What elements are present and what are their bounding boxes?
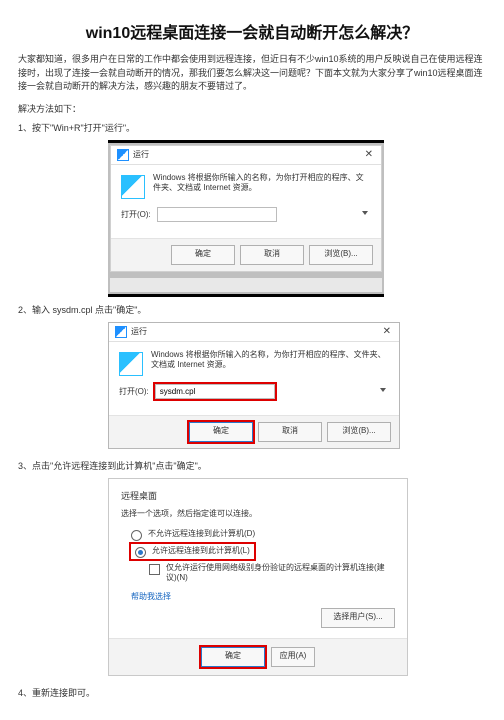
remote-panel: 远程桌面 选择一个选项，然后指定谁可以连接。 不允许远程连接到此计算机(D) 允… xyxy=(108,478,408,677)
checkbox-icon xyxy=(149,564,160,575)
ok-button[interactable]: 确定 xyxy=(189,422,253,442)
figure-1: 运行 ✕ Windows 将根据你所输入的名称，为你打开相应的程序、文件夹、文档… xyxy=(108,140,384,297)
nla-check[interactable]: 仅允许运行使用网络级别身份验证的远程桌面的计算机连接(建议)(N) xyxy=(149,563,395,584)
chevron-down-icon[interactable] xyxy=(362,211,368,215)
dialog-title-text: 运行 xyxy=(133,149,149,160)
run-large-icon xyxy=(121,175,145,199)
browse-button[interactable]: 浏览(B)... xyxy=(309,245,373,265)
ok-button[interactable]: 确定 xyxy=(171,245,235,265)
run-icon xyxy=(117,149,129,161)
intro-text: 大家都知道，很多用户在日常的工作中都会使用到远程连接，但近日有不少win10系统… xyxy=(18,53,486,94)
radio-icon xyxy=(135,547,146,558)
apply-button-fragment[interactable]: 应用(A) xyxy=(271,647,315,667)
radio-allow[interactable]: 允许远程连接到此计算机(L) xyxy=(131,544,395,559)
browse-button[interactable]: 浏览(B)... xyxy=(327,422,391,442)
run-dialog-1: 运行 ✕ Windows 将根据你所输入的名称，为你打开相应的程序、文件夹、文档… xyxy=(110,145,382,272)
section-title: 远程桌面 xyxy=(121,489,395,502)
cancel-button[interactable]: 取消 xyxy=(240,245,304,265)
open-input[interactable] xyxy=(155,384,275,399)
dialog-titlebar: 运行 ✕ xyxy=(111,146,381,165)
step-3: 3、点击"允许远程连接到此计算机"点击"确定"。 xyxy=(18,459,486,472)
close-icon[interactable]: ✕ xyxy=(381,326,393,337)
step-4: 4、重新连接即可。 xyxy=(18,686,486,699)
pre-steps: 解决方法如下： xyxy=(18,102,486,115)
run-large-icon xyxy=(119,352,143,376)
cancel-button[interactable]: 取消 xyxy=(258,422,322,442)
dialog-titlebar: 运行 ✕ xyxy=(109,323,399,342)
section-sub: 选择一个选项，然后指定谁可以连接。 xyxy=(121,508,395,519)
check-label: 仅允许运行使用网络级别身份验证的远程桌面的计算机连接(建议)(N) xyxy=(166,563,395,584)
run-desc: Windows 将根据你所输入的名称，为你打开相应的程序、文件夹、文档或 Int… xyxy=(151,350,389,376)
help-link[interactable]: 帮助我选择 xyxy=(131,591,395,602)
run-desc: Windows 将根据你所输入的名称，为你打开相应的程序、文件夹、文档或 Int… xyxy=(153,173,371,199)
open-label: 打开(O): xyxy=(119,386,149,397)
run-icon xyxy=(115,326,127,338)
select-users-button[interactable]: 选择用户(S)... xyxy=(321,608,395,628)
step-2: 2、输入 sysdm.cpl 点击"确定"。 xyxy=(18,303,486,316)
open-label: 打开(O): xyxy=(121,209,151,220)
step-1: 1、按下"Win+R"打开"运行"。 xyxy=(18,121,486,134)
page-title: win10远程桌面连接一会就自动断开怎么解决？ xyxy=(18,19,486,43)
dialog-title-text: 运行 xyxy=(131,326,147,337)
radio-disallow[interactable]: 不允许远程连接到此计算机(D) xyxy=(131,529,395,540)
run-dialog-2: 运行 ✕ Windows 将根据你所输入的名称，为你打开相应的程序、文件夹、文档… xyxy=(108,322,400,449)
ok-button[interactable]: 确定 xyxy=(201,647,265,667)
chevron-down-icon[interactable] xyxy=(380,388,386,392)
close-icon[interactable]: ✕ xyxy=(363,149,375,160)
radio-label: 允许远程连接到此计算机(L) xyxy=(152,546,250,556)
open-input[interactable] xyxy=(157,207,277,222)
radio-icon xyxy=(131,530,142,541)
radio-label: 不允许远程连接到此计算机(D) xyxy=(148,529,255,539)
